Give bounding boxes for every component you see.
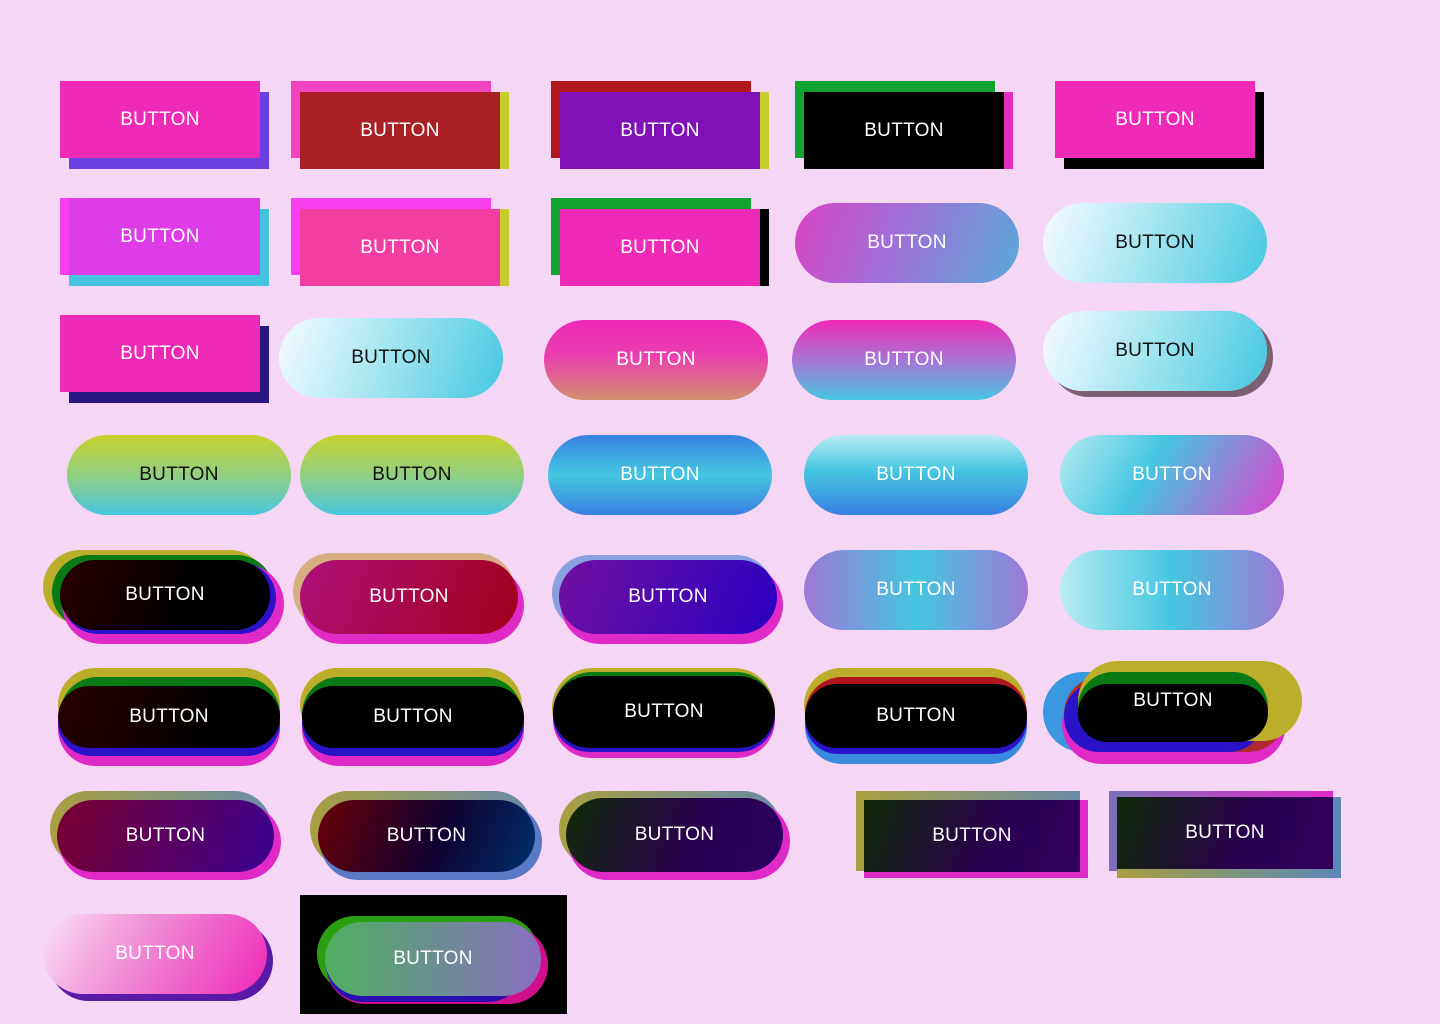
button-r6-c1[interactable]: BUTTON: [58, 686, 280, 748]
button-r1-c4[interactable]: BUTTON: [804, 92, 1004, 169]
button-label: BUTTON: [624, 701, 704, 722]
button-r3-c3[interactable]: BUTTON: [544, 320, 768, 400]
button-r8-c1[interactable]: BUTTON: [43, 914, 267, 994]
button-r8-c2[interactable]: BUTTON: [325, 922, 541, 996]
button-r2-c3[interactable]: BUTTON: [560, 209, 760, 286]
button-r4-c1[interactable]: BUTTON: [67, 435, 291, 515]
button-label: BUTTON: [369, 586, 449, 607]
button-label: BUTTON: [125, 584, 205, 605]
button-r5-c4[interactable]: BUTTON: [804, 550, 1028, 630]
button-label: BUTTON: [120, 108, 200, 130]
button-r1-c5[interactable]: BUTTON: [1055, 81, 1255, 158]
button-label: BUTTON: [129, 706, 209, 727]
button-label: BUTTON: [372, 464, 452, 485]
button-r2-c4[interactable]: BUTTON: [795, 203, 1019, 283]
button-label: BUTTON: [1132, 579, 1212, 600]
button-label: BUTTON: [1115, 232, 1195, 253]
button-accent-edge: [60, 198, 69, 275]
button-label: BUTTON: [620, 119, 700, 141]
button-r2-c5[interactable]: BUTTON: [1043, 203, 1267, 283]
button-r4-c2[interactable]: BUTTON: [300, 435, 524, 515]
button-label: BUTTON: [634, 824, 715, 845]
button-label: BUTTON: [628, 586, 708, 607]
button-r7-c5[interactable]: BUTTON: [1117, 797, 1333, 869]
button-r3-c4[interactable]: BUTTON: [792, 320, 1016, 400]
button-label: BUTTON: [115, 943, 195, 964]
button-label: BUTTON: [1185, 822, 1265, 843]
button-label: BUTTON: [620, 464, 700, 485]
button-label: BUTTON: [120, 225, 200, 247]
button-r3-c1[interactable]: BUTTON: [60, 315, 260, 392]
button-label: BUTTON: [120, 342, 200, 364]
button-label: BUTTON: [351, 347, 431, 368]
button-r5-c3[interactable]: BUTTON: [559, 560, 777, 634]
button-r1-c1[interactable]: BUTTON: [60, 81, 260, 158]
button-r4-c3[interactable]: BUTTON: [548, 435, 772, 515]
button-r6-c3[interactable]: BUTTON: [553, 676, 775, 748]
button-label: BUTTON: [125, 825, 206, 846]
button-r3-c2[interactable]: BUTTON: [279, 318, 503, 398]
button-label: BUTTON: [139, 464, 219, 485]
button-label: BUTTON: [620, 236, 700, 258]
button-label: BUTTON: [876, 705, 956, 726]
button-label: BUTTON: [864, 119, 944, 141]
button-r2-c1[interactable]: BUTTON: [60, 198, 260, 275]
button-r6-c4[interactable]: BUTTON: [805, 684, 1027, 748]
button-label: BUTTON: [867, 232, 947, 253]
button-r7-c4[interactable]: BUTTON: [864, 800, 1080, 872]
button-r4-c4[interactable]: BUTTON: [804, 435, 1028, 515]
button-r7-c2[interactable]: BUTTON: [318, 800, 535, 872]
button-r2-c2[interactable]: BUTTON: [300, 209, 500, 286]
button-r1-c2[interactable]: BUTTON: [300, 92, 500, 169]
button-r5-c1[interactable]: BUTTON: [60, 560, 270, 630]
button-r6-c5[interactable]: BUTTON: [1078, 684, 1268, 742]
button-label: BUTTON: [393, 948, 473, 969]
button-r5-c2[interactable]: BUTTON: [300, 560, 518, 634]
button-r3-c5[interactable]: BUTTON: [1043, 311, 1267, 391]
button-label: BUTTON: [360, 236, 440, 258]
button-r7-c1[interactable]: BUTTON: [57, 800, 274, 872]
button-label: BUTTON: [864, 349, 944, 370]
button-r7-c3[interactable]: BUTTON: [566, 798, 783, 872]
button-label: BUTTON: [373, 706, 453, 727]
button-label: BUTTON: [616, 349, 696, 370]
button-label: BUTTON: [1133, 690, 1213, 711]
button-r4-c5[interactable]: BUTTON: [1060, 435, 1284, 515]
button-r6-c2[interactable]: BUTTON: [302, 686, 524, 748]
button-label: BUTTON: [360, 119, 440, 141]
button-label: BUTTON: [1115, 340, 1195, 361]
button-label: BUTTON: [1115, 108, 1195, 130]
button-label: BUTTON: [876, 464, 956, 485]
button-r1-c3[interactable]: BUTTON: [560, 92, 760, 169]
button-label: BUTTON: [386, 825, 467, 846]
button-r5-c5[interactable]: BUTTON: [1060, 550, 1284, 630]
button-label: BUTTON: [932, 825, 1012, 846]
button-label: BUTTON: [1132, 464, 1212, 485]
button-label: BUTTON: [876, 579, 956, 600]
